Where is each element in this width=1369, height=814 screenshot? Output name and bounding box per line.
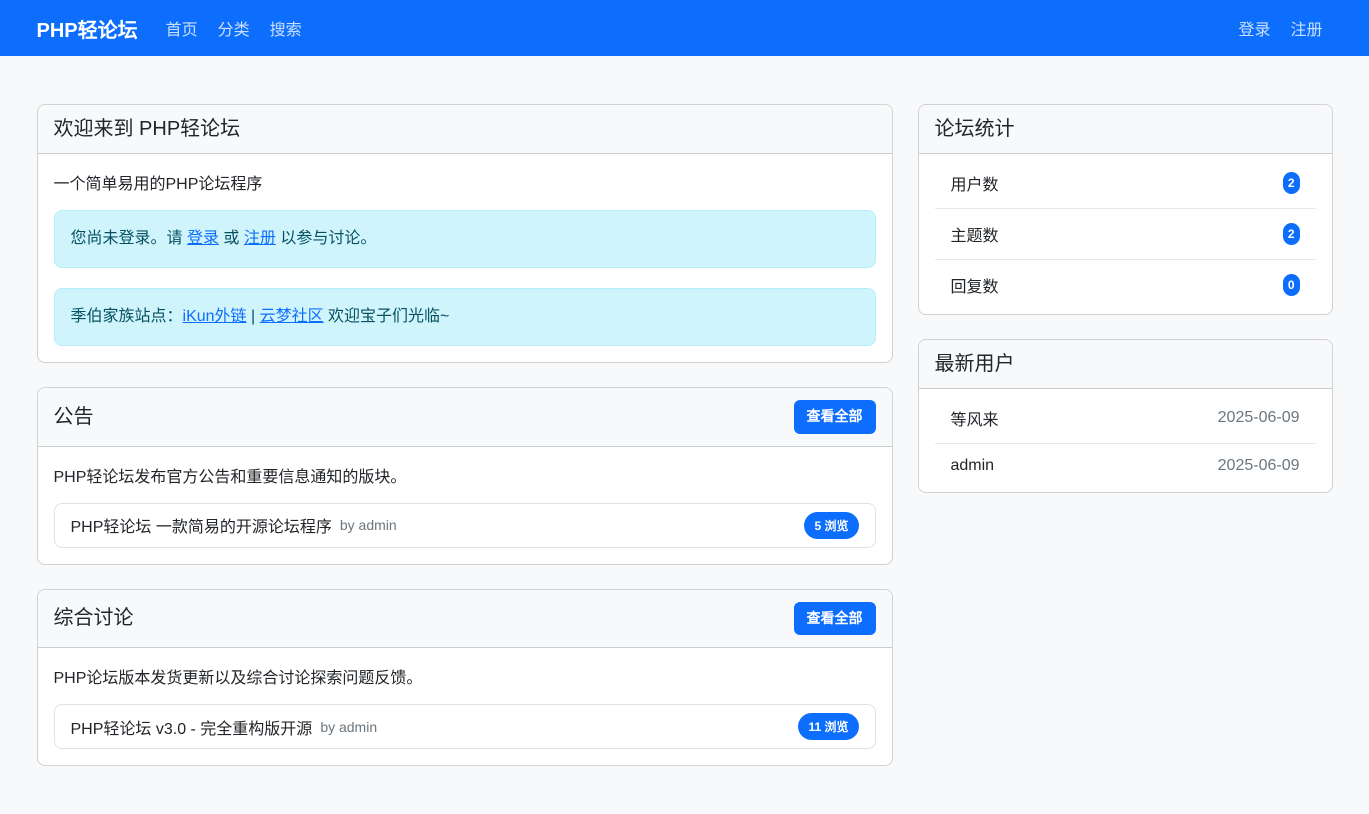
welcome-card-title: 欢迎来到 PHP轻论坛 (38, 105, 892, 154)
board-body-announcements: PHP轻论坛发布官方公告和重要信息通知的版块。 PHP轻论坛 一款简易的开源论坛… (38, 447, 892, 564)
topic-author: by admin (320, 719, 377, 735)
welcome-card: 欢迎来到 PHP轻论坛 一个简单易用的PHP论坛程序 您尚未登录。请 登录 或 … (37, 104, 893, 363)
latest-users-card: 最新用户 等风来 2025-06-09 admin 2025-06-09 (918, 339, 1333, 493)
nav-links: 首页 分类 搜索 (156, 8, 312, 48)
nav-right-links: 登录 注册 (1228, 8, 1332, 48)
top-navbar: PHP轻论坛 首页 分类 搜索 登录 注册 (0, 0, 1369, 56)
stat-value-badge: 2 (1283, 172, 1300, 194)
board-title: 公告 (54, 405, 94, 429)
ikun-link[interactable]: iKun外链 (183, 308, 247, 325)
stat-label: 回复数 (951, 273, 999, 297)
login-alert-text-pre: 您尚未登录。请 (71, 230, 187, 247)
topic-author: by admin (340, 517, 397, 533)
navbar-container: PHP轻论坛 首页 分类 搜索 登录 注册 (25, 8, 1345, 48)
family-alert-text-post: 欢迎宝子们光临~ (324, 308, 450, 325)
latest-users-list: 等风来 2025-06-09 admin 2025-06-09 (919, 389, 1332, 492)
topic-title-link[interactable]: PHP轻论坛 v3.0 - 完全重构版开源 (71, 715, 313, 739)
alert-register-link[interactable]: 注册 (244, 230, 276, 247)
board-card-discussion: 综合讨论 查看全部 PHP论坛版本发货更新以及综合讨论探索问题反馈。 PHP轻论… (37, 589, 893, 767)
stat-value-badge: 0 (1283, 274, 1300, 296)
content-row: 欢迎来到 PHP轻论坛 一个简单易用的PHP论坛程序 您尚未登录。请 登录 或 … (37, 104, 1333, 790)
board-header-announcements: 公告 查看全部 (38, 388, 892, 447)
family-alert-separator: | (247, 308, 260, 325)
board-title: 综合讨论 (54, 606, 134, 630)
nav-link-search[interactable]: 搜索 (260, 8, 312, 48)
user-row: admin 2025-06-09 (935, 444, 1316, 488)
login-alert: 您尚未登录。请 登录 或 注册 以参与讨论。 (54, 210, 876, 268)
brand-link[interactable]: PHP轻论坛 (37, 14, 138, 43)
forum-stats-list: 用户数 2 主题数 2 回复数 0 (919, 154, 1332, 314)
family-sites-alert: 季伯家族站点：iKun外链 | 云梦社区 欢迎宝子们光临~ (54, 288, 876, 346)
views-badge: 11 浏览 (798, 713, 858, 740)
view-all-button[interactable]: 查看全部 (794, 400, 876, 434)
family-alert-text-pre: 季伯家族站点： (71, 308, 183, 325)
topic-item[interactable]: PHP轻论坛 v3.0 - 完全重构版开源 by admin 11 浏览 (54, 704, 876, 749)
board-description: PHP论坛版本发货更新以及综合讨论探索问题反馈。 (54, 664, 876, 688)
topic-title-link[interactable]: PHP轻论坛 一款简易的开源论坛程序 (71, 513, 332, 537)
yunmeng-link[interactable]: 云梦社区 (260, 308, 324, 325)
login-alert-text-post: 以参与讨论。 (276, 230, 376, 247)
forum-stats-card: 论坛统计 用户数 2 主题数 2 回复数 0 (918, 104, 1333, 315)
forum-stats-title: 论坛统计 (919, 105, 1332, 154)
nav-link-home[interactable]: 首页 (156, 8, 208, 48)
stat-row-replies: 回复数 0 (935, 260, 1316, 310)
welcome-subtitle: 一个简单易用的PHP论坛程序 (54, 170, 876, 194)
welcome-card-body: 一个简单易用的PHP论坛程序 您尚未登录。请 登录 或 注册 以参与讨论。 季伯… (38, 154, 892, 362)
main-container: 欢迎来到 PHP轻论坛 一个简单易用的PHP论坛程序 您尚未登录。请 登录 或 … (25, 104, 1345, 790)
stat-label: 主题数 (951, 222, 999, 246)
nav-link-register[interactable]: 注册 (1280, 8, 1332, 48)
stat-row-users: 用户数 2 (935, 158, 1316, 209)
view-all-button[interactable]: 查看全部 (794, 602, 876, 636)
stat-label: 用户数 (951, 171, 999, 195)
alert-login-link[interactable]: 登录 (187, 230, 219, 247)
board-header-discussion: 综合讨论 查看全部 (38, 590, 892, 649)
nav-link-categories[interactable]: 分类 (208, 8, 260, 48)
views-badge: 5 浏览 (804, 512, 858, 539)
topic-item[interactable]: PHP轻论坛 一款简易的开源论坛程序 by admin 5 浏览 (54, 503, 876, 548)
latest-users-title: 最新用户 (919, 340, 1332, 389)
user-join-date: 2025-06-09 (1218, 409, 1300, 427)
user-join-date: 2025-06-09 (1218, 457, 1300, 475)
board-description: PHP轻论坛发布官方公告和重要信息通知的版块。 (54, 463, 876, 487)
nav-link-login[interactable]: 登录 (1228, 8, 1280, 48)
board-card-announcements: 公告 查看全部 PHP轻论坛发布官方公告和重要信息通知的版块。 PHP轻论坛 一… (37, 387, 893, 565)
sidebar-column: 论坛统计 用户数 2 主题数 2 回复数 0 (918, 104, 1333, 517)
main-column: 欢迎来到 PHP轻论坛 一个简单易用的PHP论坛程序 您尚未登录。请 登录 或 … (37, 104, 893, 790)
user-name: 等风来 (951, 406, 999, 430)
stat-row-topics: 主题数 2 (935, 209, 1316, 260)
user-name: admin (951, 457, 995, 475)
board-body-discussion: PHP论坛版本发货更新以及综合讨论探索问题反馈。 PHP轻论坛 v3.0 - 完… (38, 648, 892, 765)
login-alert-text-mid: 或 (219, 230, 244, 247)
stat-value-badge: 2 (1283, 223, 1300, 245)
user-row: 等风来 2025-06-09 (935, 393, 1316, 444)
